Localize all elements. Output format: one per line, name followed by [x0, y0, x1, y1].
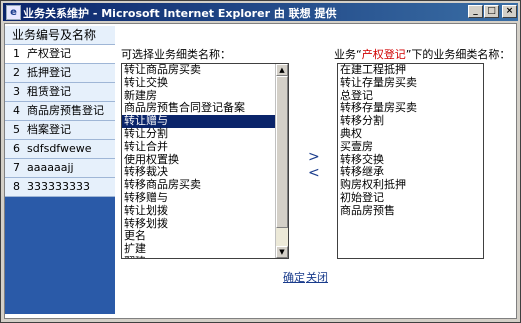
item-label: sdfsdfwewe: [27, 142, 92, 155]
sidebar-header: 业务编号及名称: [5, 26, 115, 45]
item-number: 6: [13, 142, 20, 155]
list-option[interactable]: 转让分割: [122, 127, 288, 141]
sidebar-item[interactable]: 2 抵押登记: [5, 64, 115, 83]
list-option[interactable]: 转让存量房买卖: [338, 76, 483, 90]
close-window-button[interactable]: ×: [502, 5, 517, 18]
item-label: 333333333: [27, 180, 90, 193]
close-link[interactable]: 关闭: [306, 269, 328, 285]
label-suffix: ”下的业务细类名称：: [405, 48, 511, 61]
window-title: 业务关系维护 - Microsoft Internet Explorer 由 联…: [23, 7, 337, 20]
maximize-button[interactable]: □: [484, 5, 499, 18]
sidebar-item[interactable]: 5 档案登记: [5, 121, 115, 140]
business-sidebar: 业务编号及名称 1 产权登记 2 抵押登记 3 租赁登记 4 商品房预售登记 5 档案登记…: [5, 26, 115, 314]
sidebar-item[interactable]: 4 商品房预售登记: [5, 102, 115, 121]
item-label: 档案登记: [27, 123, 71, 136]
item-number: 3: [13, 85, 20, 98]
move-left-button[interactable]: <: [308, 166, 320, 180]
assigned-types-listbox[interactable]: 在建工程抵押 转让存量房买卖 总登记 转移存量房买卖 转移分割 典权 买壹房 转移交换 转移继承…: [337, 63, 484, 259]
available-types-listbox[interactable]: 转让商品房买卖 转让交换 新建房 商品房预售合同登记备案 转让赠与 转让分割 转让合并 使用权…: [121, 63, 289, 259]
ie-page-icon: e: [6, 5, 21, 20]
list-option[interactable]: 典权: [338, 127, 483, 141]
list-option[interactable]: 在建工程抵押: [338, 64, 483, 77]
item-number: 8: [13, 180, 20, 193]
item-label: 租赁登记: [27, 85, 71, 98]
sidebar-item[interactable]: 6 sdfsdfwewe: [5, 140, 115, 159]
sidebar-item[interactable]: 8 333333333: [5, 178, 115, 197]
sidebar-item[interactable]: 7 aaaaaajj: [5, 159, 115, 178]
title-bar: e 业务关系维护 - Microsoft Internet Explorer 由…: [3, 3, 518, 21]
list-option[interactable]: 扩建: [122, 242, 288, 256]
sidebar-item[interactable]: 3 租赁登记: [5, 83, 115, 102]
list-option[interactable]: 翻建: [122, 255, 288, 258]
sidebar-item[interactable]: 1 产权登记: [5, 45, 115, 64]
browser-window: e 业务关系维护 - Microsoft Internet Explorer 由…: [0, 0, 521, 323]
scroll-up-arrow-icon[interactable]: ▲: [276, 64, 288, 76]
assigned-types-label: 业务“产权登记”下的业务细类名称：: [334, 46, 510, 62]
item-label: aaaaaajj: [27, 161, 74, 174]
list-option[interactable]: 转移赠与: [122, 191, 288, 205]
list-option[interactable]: 转让合并: [122, 140, 288, 154]
scroll-down-arrow-icon[interactable]: ▼: [276, 246, 288, 258]
item-label: 产权登记: [27, 47, 71, 60]
item-number: 4: [13, 104, 20, 117]
list-option[interactable]: 转让交换: [122, 76, 288, 90]
scrollbar[interactable]: ▲ ▼: [275, 64, 288, 258]
list-option[interactable]: 转移划拨: [122, 217, 288, 231]
item-number: 5: [13, 123, 20, 136]
item-number: 7: [13, 161, 20, 174]
item-label: 商品房预售登记: [27, 104, 104, 117]
list-option[interactable]: 初始登记: [338, 191, 483, 205]
minimize-button[interactable]: _: [468, 5, 483, 18]
list-option[interactable]: 转让商品房买卖: [122, 64, 288, 77]
label-business-name: 产权登记: [361, 48, 406, 61]
item-number: 1: [13, 47, 20, 60]
scroll-thumb[interactable]: [276, 76, 288, 228]
move-right-button[interactable]: >: [308, 150, 320, 164]
list-option[interactable]: 商品房预售: [338, 204, 483, 218]
available-types-label: 可选择业务细类名称：: [121, 48, 231, 61]
confirm-link[interactable]: 确定: [283, 269, 305, 285]
label-prefix: 业务“: [334, 48, 362, 61]
list-option[interactable]: 转让划拨: [122, 204, 288, 218]
item-number: 2: [13, 66, 20, 79]
list-option[interactable]: 买壹房: [338, 140, 483, 154]
list-option[interactable]: 更名: [122, 230, 288, 243]
item-label: 抵押登记: [27, 66, 71, 79]
